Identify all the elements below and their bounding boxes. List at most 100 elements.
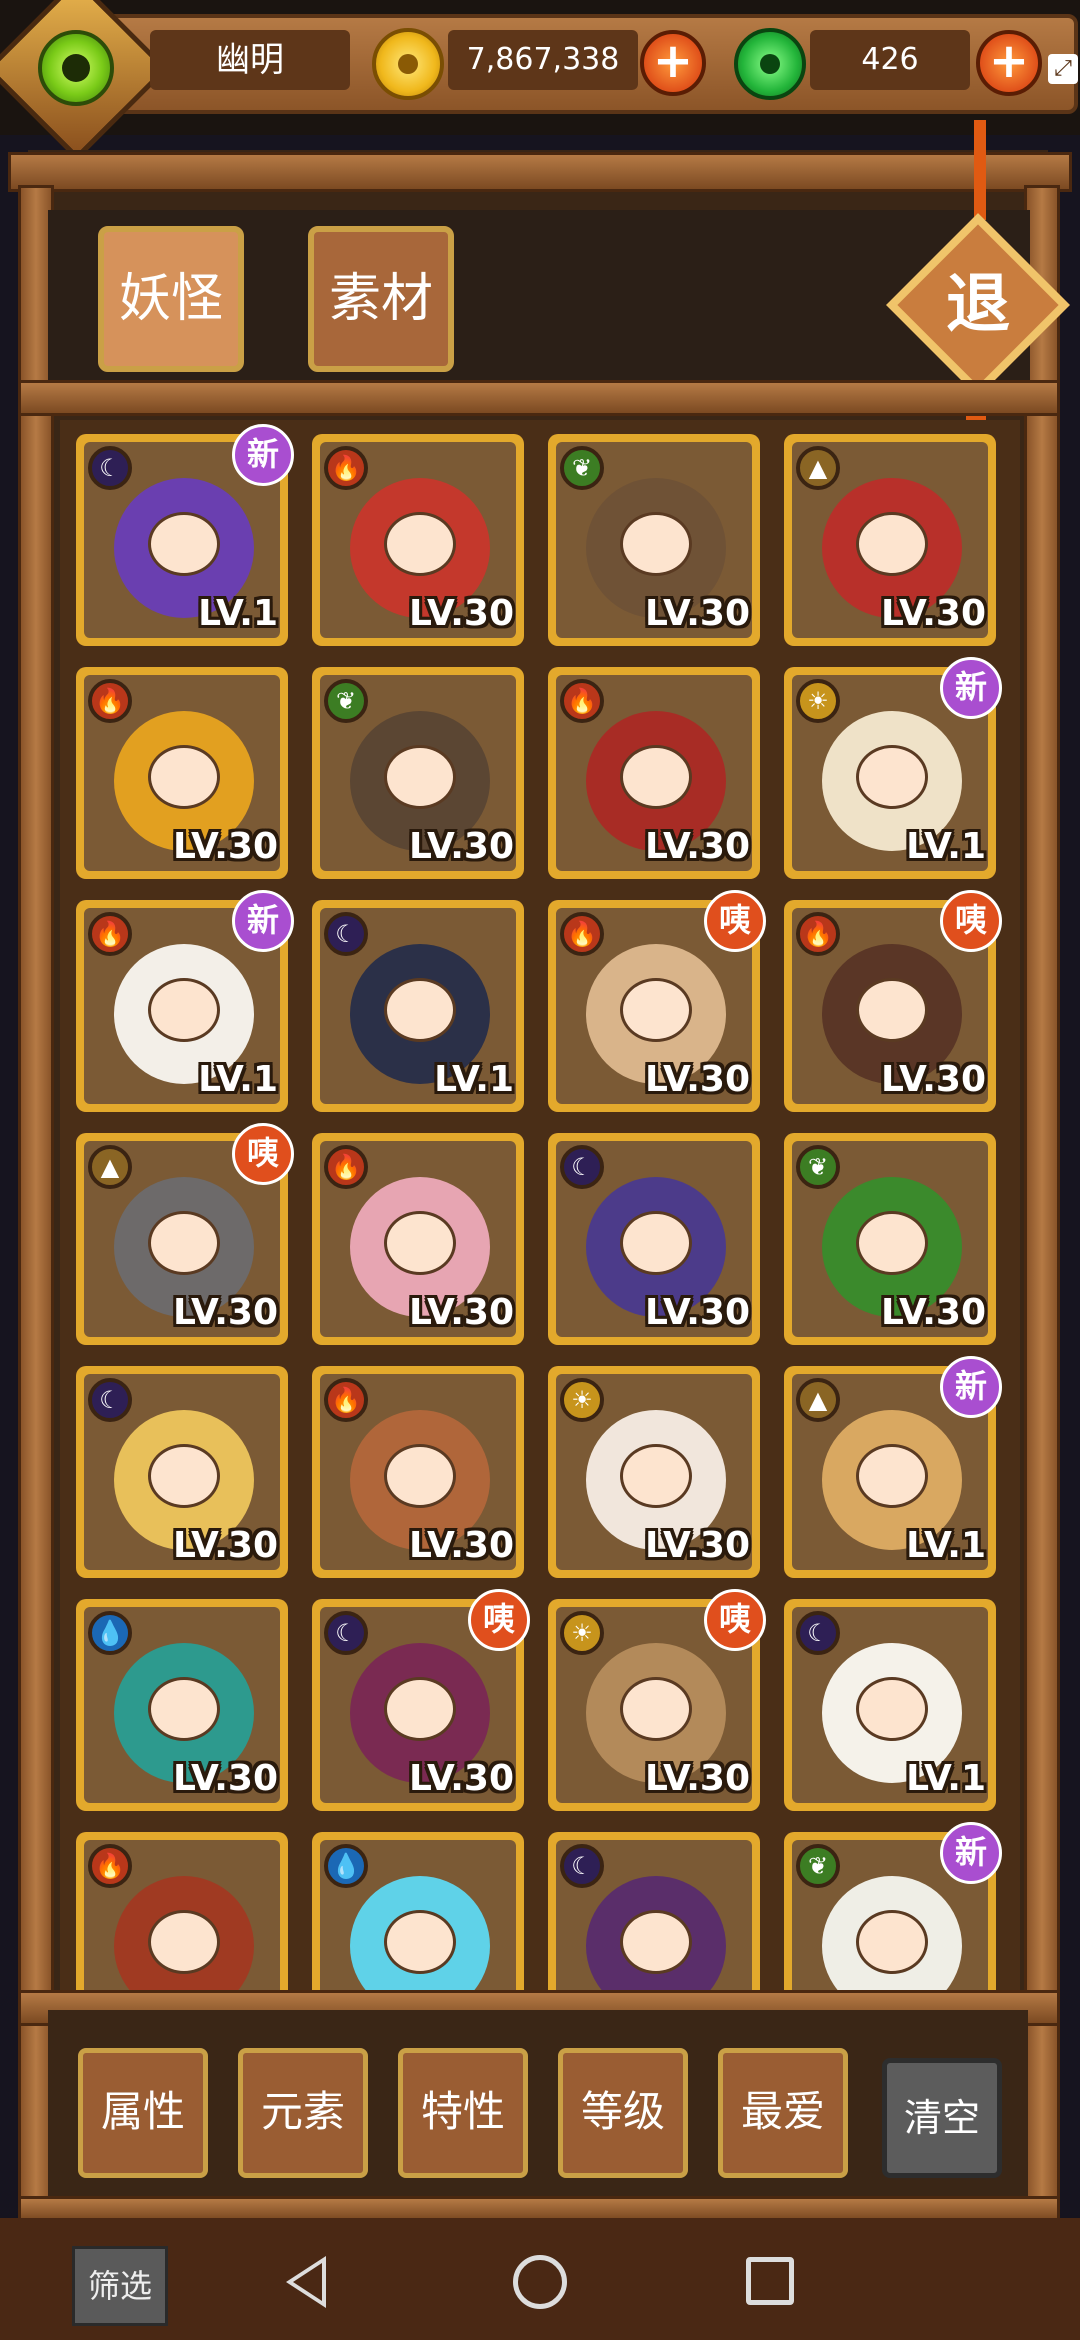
filter-level-button[interactable]: 等级 — [558, 2048, 688, 2178]
fire-element-icon: 🔥 — [324, 1378, 368, 1422]
yokai-card-inner: ☾ — [556, 1840, 752, 1990]
rare-badge: 咦 — [232, 1123, 294, 1185]
fire-element-icon: 🔥 — [324, 446, 368, 490]
yokai-card-inner: ▲ LV.30 — [792, 442, 988, 638]
filter-attribute-button[interactable]: 属性 — [78, 2048, 208, 2178]
yokai-card[interactable]: ▲ LV.30 咦 — [76, 1123, 294, 1345]
sun-element-icon: ☀ — [560, 1378, 604, 1422]
filter-trait-button[interactable]: 特性 — [398, 2048, 528, 2178]
yokai-face — [620, 512, 692, 576]
yokai-card-inner: 🔥 LV.30 — [556, 675, 752, 871]
leaf-element-icon: ❦ — [560, 446, 604, 490]
add-jade-button[interactable]: + — [976, 30, 1042, 96]
leaf-element-icon: ❦ — [796, 1145, 840, 1189]
yokai-card[interactable]: ▲ LV.30 — [784, 434, 996, 646]
yokai-card[interactable]: ☾ — [548, 1832, 760, 1990]
yokai-card[interactable]: 🔥 LV.30 — [312, 1133, 524, 1345]
yokai-face — [384, 512, 456, 576]
yokai-card-inner: 🔥 LV.30 — [320, 442, 516, 638]
yokai-card[interactable]: ☾ LV.30 — [76, 1366, 288, 1578]
exit-button[interactable]: 退 — [886, 213, 1070, 397]
yokai-card[interactable]: 🔥 LV.30 咦 — [548, 890, 766, 1112]
yokai-card-inner: ☾ LV.1 — [320, 908, 516, 1104]
yokai-card[interactable]: ❦ LV.30 — [312, 667, 524, 879]
yokai-card-inner: ❦ LV.30 — [556, 442, 752, 638]
gold-amount: 7,867,338 — [448, 30, 638, 90]
rare-badge: 咦 — [468, 1589, 530, 1651]
yokai-card-inner: 💧 LV.30 — [84, 1607, 280, 1803]
filter-toggle-button[interactable]: 筛选 — [72, 2246, 168, 2326]
yokai-face — [148, 745, 220, 809]
yokai-card[interactable]: ☾ LV.1 新 — [76, 424, 294, 646]
yokai-card[interactable]: ☀ LV.1 新 — [784, 657, 1002, 879]
expand-icon[interactable]: ⤢ — [1048, 54, 1078, 84]
yokai-card[interactable]: ☀ LV.30 咦 — [548, 1589, 766, 1811]
yokai-card[interactable]: ☾ LV.30 — [548, 1133, 760, 1345]
home-icon[interactable] — [513, 2255, 567, 2309]
water-element-icon: 💧 — [88, 1611, 132, 1655]
yokai-card[interactable]: 🔥 LV.30 — [76, 667, 288, 879]
earth-element-icon: ▲ — [796, 1378, 840, 1422]
yokai-level: LV.30 — [409, 593, 514, 634]
sun-element-icon: ☀ — [796, 679, 840, 723]
add-gold-button[interactable]: + — [640, 30, 706, 96]
yokai-card[interactable]: ▲ LV.1 新 — [784, 1356, 1002, 1578]
yokai-face — [856, 978, 928, 1042]
fire-element-icon: 🔥 — [560, 679, 604, 723]
yokai-level: LV.30 — [409, 1758, 514, 1799]
clear-filter-button[interactable]: 清空 — [882, 2058, 1002, 2178]
tab-materials[interactable]: 素材 — [308, 226, 454, 372]
yokai-level: LV.1 — [198, 1059, 278, 1100]
yokai-face — [620, 978, 692, 1042]
yokai-card[interactable]: ☾ LV.1 — [784, 1599, 996, 1811]
yokai-card[interactable]: ❦ 新 — [784, 1822, 1002, 1990]
yokai-card-inner: 🔥 LV.30 — [320, 1374, 516, 1570]
new-badge: 新 — [940, 1822, 1002, 1884]
jade-amount: 426 — [810, 30, 970, 90]
yokai-card[interactable]: 🔥 — [76, 1832, 288, 1990]
earth-element-icon: ▲ — [88, 1145, 132, 1189]
yokai-card[interactable]: 🔥 LV.30 — [312, 1366, 524, 1578]
yokai-card[interactable]: 💧 LV.30 — [76, 1599, 288, 1811]
yokai-card[interactable]: 🔥 LV.1 新 — [76, 890, 294, 1112]
exit-label: 退 — [946, 267, 1010, 342]
yokai-card[interactable]: ☀ LV.30 — [548, 1366, 760, 1578]
moon-element-icon: ☾ — [560, 1844, 604, 1888]
yokai-level: LV.30 — [881, 1059, 986, 1100]
yokai-grid: ☾ LV.1 新 🔥 LV.30 ❦ LV.30 ▲ LV.30 🔥 LV.30 ❦ LV.30 🔥 LV.… — [60, 420, 1020, 1990]
moon-element-icon: ☾ — [560, 1145, 604, 1189]
yokai-face — [620, 1211, 692, 1275]
yokai-card[interactable]: 🔥 LV.30 — [548, 667, 760, 879]
yokai-card-inner: ☾ LV.1 — [792, 1607, 988, 1803]
yokai-card[interactable]: 🔥 LV.30 — [312, 434, 524, 646]
recent-apps-icon[interactable] — [746, 2257, 794, 2305]
gold-coin-icon — [372, 28, 444, 100]
yokai-level: LV.30 — [881, 593, 986, 634]
yokai-level: LV.30 — [881, 1292, 986, 1333]
back-icon-inner — [293, 2263, 322, 2301]
yokai-card[interactable]: ☾ LV.30 咦 — [312, 1589, 530, 1811]
leaf-element-icon: ❦ — [796, 1844, 840, 1888]
filter-element-button[interactable]: 元素 — [238, 2048, 368, 2178]
new-badge: 新 — [940, 1356, 1002, 1418]
yokai-face — [856, 1677, 928, 1741]
yokai-card[interactable]: ❦ LV.30 — [548, 434, 760, 646]
filter-favorite-button[interactable]: 最爱 — [718, 2048, 848, 2178]
middle-rail — [18, 380, 1060, 416]
yokai-card-inner: 🔥 LV.30 — [320, 1141, 516, 1337]
yokai-card[interactable]: 🔥 LV.30 咦 — [784, 890, 1002, 1112]
yokai-face — [384, 1677, 456, 1741]
tab-yokai[interactable]: 妖怪 — [98, 226, 244, 372]
yokai-card[interactable]: ❦ LV.30 — [784, 1133, 996, 1345]
yokai-level: LV.30 — [645, 1292, 750, 1333]
yokai-card[interactable]: ☾ LV.1 — [312, 900, 524, 1112]
rare-badge: 咦 — [704, 1589, 766, 1651]
yokai-level: LV.1 — [434, 1059, 514, 1100]
yokai-level: LV.30 — [645, 1525, 750, 1566]
moon-element-icon: ☾ — [324, 912, 368, 956]
moon-element-icon: ☾ — [324, 1611, 368, 1655]
fire-element-icon: 🔥 — [88, 1844, 132, 1888]
player-name: 幽明 — [150, 30, 350, 90]
yokai-card[interactable]: 💧 — [312, 1832, 524, 1990]
earth-element-icon: ▲ — [796, 446, 840, 490]
